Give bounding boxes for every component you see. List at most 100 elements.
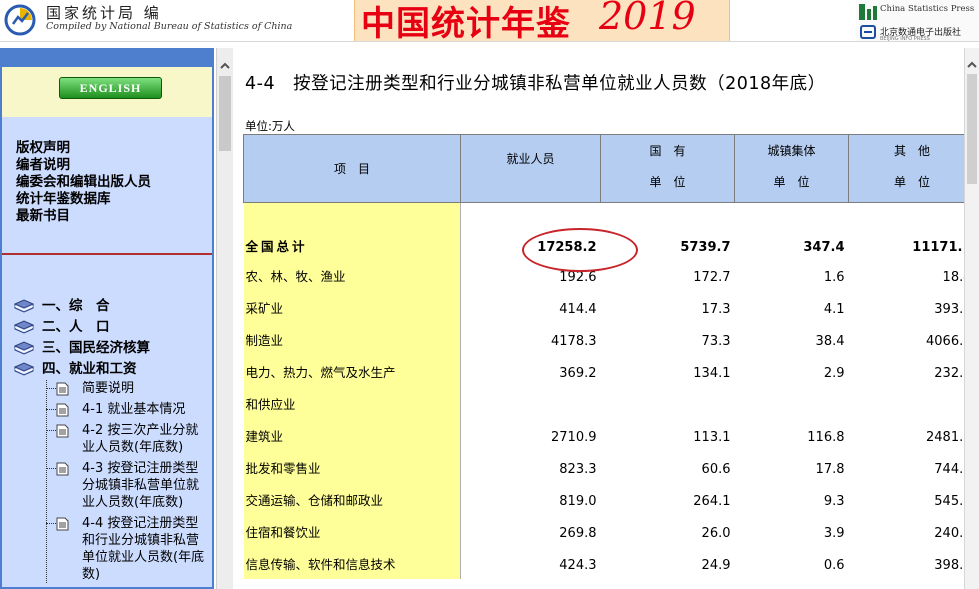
cell-collective: 1.6	[823, 269, 845, 285]
tree-branch-line	[46, 523, 56, 524]
tree-child-label: 4-2 按三次产业分就业人员数(年底数)	[82, 423, 199, 455]
document-icon	[56, 424, 69, 438]
cell-collective: 0.6	[823, 557, 845, 573]
cell-item: 交通运输、仓储和邮政业	[243, 482, 461, 515]
header-employed: 就业人员	[460, 134, 601, 203]
cell-employed: 369.2	[559, 365, 597, 381]
header-collective-unit: 单 位	[734, 161, 849, 203]
link-copyright[interactable]: 版权声明	[16, 140, 151, 157]
link-editorial-board[interactable]: 编委会和编辑出版人员	[16, 174, 151, 191]
cell-employed: 192.6	[559, 269, 597, 285]
tree-child-4-3[interactable]: 4-3 按登记注册类型分城镇非私营单位就业人员数(年底数)	[46, 460, 210, 511]
tree-branch-line	[46, 468, 56, 469]
cell-collective: 3.9	[823, 525, 845, 541]
sidebar-scroll-thumb[interactable]	[219, 76, 231, 151]
tree-branch-line	[46, 388, 56, 389]
book-icon	[14, 341, 34, 355]
cell-employed: 414.4	[559, 301, 597, 317]
content-scrollbar[interactable]	[964, 48, 979, 589]
document-icon	[56, 382, 69, 396]
cell-state: 24.9	[701, 557, 731, 573]
tree-child-brief[interactable]: 简要说明	[46, 380, 210, 397]
table-row: 建筑业 2710.9 113.1 116.8 2481.0	[243, 418, 976, 451]
tree-child-label: 4-3 按登记注册类型分城镇非私营单位就业人员数(年底数)	[82, 461, 200, 510]
cell-employed	[461, 387, 601, 419]
cell-item: 采矿业	[243, 290, 461, 323]
sidebar-scrollbar[interactable]	[216, 48, 233, 589]
tree-item-label: 二、人 口	[42, 319, 110, 335]
cell-other: 11171.1	[912, 239, 972, 255]
open-book-icon	[14, 362, 34, 376]
link-yearbook-database[interactable]: 统计年鉴数据库	[16, 191, 151, 208]
cell-other: 4066.5	[926, 333, 972, 349]
cell-item: 制造业	[243, 322, 461, 355]
press-logo-icon	[859, 4, 877, 20]
info-press-name-en: BEIJING INFO PRESS	[880, 36, 930, 42]
table-row: 制造业 4178.3 73.3 38.4 4066.5	[243, 322, 976, 355]
cell-collective: 2.9	[823, 365, 845, 381]
header-state-owned: 国 有	[600, 134, 735, 161]
publisher-logos: China Statistics Press 北京数通电子出版社 BEIJING…	[856, 0, 979, 42]
header-other-unit: 单 位	[848, 161, 976, 203]
sidebar-header-stripe	[2, 50, 212, 67]
cell-state: 60.6	[701, 461, 731, 477]
banner: 国家统计局 编 Compiled by National Bureau of S…	[0, 0, 979, 42]
language-area: ENGLISH	[2, 67, 212, 117]
cell-state: 172.7	[693, 269, 731, 285]
cell-other: 2481.0	[926, 429, 972, 445]
cell-item: 全国总计	[243, 202, 461, 261]
scroll-up-arrow-icon[interactable]	[965, 58, 979, 72]
tree-branch-line	[46, 430, 56, 431]
contents-tree: 一、综 合 二、人 口 三、国民经济核算 四、就业和工资 简要说明 4-1 就业…	[14, 296, 210, 587]
scroll-up-arrow-icon[interactable]	[217, 58, 233, 74]
yearbook-title-banner: 中国统计年鉴 2019	[354, 0, 730, 42]
data-table: 项 目 就业人员 国 有 城镇集体 其 他 单 位 单 位 单 位 全国总计 1…	[243, 134, 976, 579]
tree-child-label: 4-4 按登记注册类型和行业分城镇非私营单位就业人员数(年底数)	[82, 516, 205, 582]
cell-other: 744.9	[934, 461, 972, 477]
org-name-cn: 国家统计局 编	[46, 4, 162, 22]
header-item: 项 目	[243, 134, 461, 203]
cell-other: 232.2	[934, 365, 972, 381]
unit-label: 单位:万人	[245, 119, 295, 133]
document-icon	[56, 403, 69, 417]
cell-state: 26.0	[701, 525, 731, 541]
yearbook-title: 中国统计年鉴	[361, 4, 571, 42]
tree-item-national-accounts[interactable]: 三、国民经济核算	[14, 338, 210, 359]
cell-other: 240.0	[934, 525, 972, 541]
sidebar-divider	[2, 253, 212, 255]
cell-item: 农、林、牧、渔业	[243, 260, 461, 291]
tree-item-population[interactable]: 二、人 口	[14, 317, 210, 338]
tree-item-general[interactable]: 一、综 合	[14, 296, 210, 317]
content-scroll-thumb[interactable]	[967, 74, 977, 184]
tree-child-4-1[interactable]: 4-1 就业基本情况	[46, 401, 210, 418]
english-button[interactable]: ENGLISH	[59, 77, 162, 99]
table-row: 批发和零售业 823.3 60.6 17.8 744.9	[243, 450, 976, 483]
link-editor-notes[interactable]: 编者说明	[16, 157, 151, 174]
cell-collective: 116.8	[807, 429, 845, 445]
header-state-owned-unit: 单 位	[600, 161, 735, 203]
link-latest-books[interactable]: 最新书目	[16, 208, 151, 225]
cell-employed: 2710.9	[551, 429, 597, 445]
cell-item: 住宿和餐饮业	[243, 514, 461, 547]
cell-state: 134.1	[693, 365, 731, 381]
cell-employed: 424.3	[559, 557, 597, 573]
cell-employed: 269.8	[559, 525, 597, 541]
employment-subtree: 简要说明 4-1 就业基本情况 4-2 按三次产业分就业人员数(年底数) 4-3…	[46, 380, 210, 583]
table-row: 电力、热力、燃气及水生产 369.2 134.1 2.9 232.2	[243, 354, 976, 387]
cell-collective: 347.4	[803, 239, 845, 255]
cell-employed: 823.3	[559, 461, 597, 477]
sidebar: ENGLISH 版权声明 编者说明 编委会和编辑出版人员 统计年鉴数据库 最新书…	[0, 48, 214, 589]
header-collective: 城镇集体	[734, 134, 849, 161]
press-name: China Statistics Press	[880, 4, 975, 14]
tree-child-4-2[interactable]: 4-2 按三次产业分就业人员数(年底数)	[46, 422, 210, 456]
tree-item-employment-wages[interactable]: 四、就业和工资	[14, 359, 210, 380]
tree-branch-line	[46, 409, 56, 410]
table-row: 采矿业 414.4 17.3 4.1 393.0	[243, 290, 976, 323]
tree-child-4-4[interactable]: 4-4 按登记注册类型和行业分城镇非私营单位就业人员数(年底数)	[46, 515, 210, 583]
tree-item-label: 一、综 合	[42, 298, 110, 314]
table-row: 和供应业	[243, 386, 976, 419]
tree-item-label: 四、就业和工资	[42, 361, 137, 377]
cell-state: 5739.7	[680, 239, 731, 255]
cell-state: 17.3	[701, 301, 731, 317]
table-row-total: 全国总计 17258.2 5739.7 347.4 11171.1	[243, 202, 976, 261]
